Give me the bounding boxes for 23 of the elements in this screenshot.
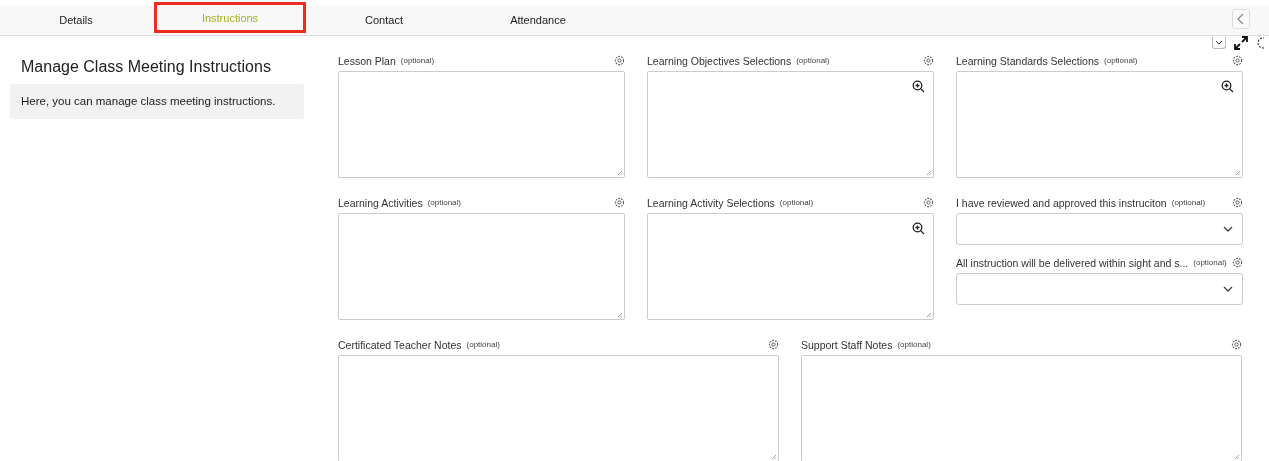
field-label: Learning Objectives Selections bbox=[647, 54, 792, 67]
optional-note: (optional) bbox=[779, 198, 814, 207]
field-label: Learning Activity Selections bbox=[647, 196, 775, 209]
field-label: Lesson Plan bbox=[338, 54, 396, 67]
optional-note: (optional) bbox=[1171, 198, 1206, 207]
tab[interactable]: Details bbox=[0, 5, 152, 35]
field-label: Support Staff Notes bbox=[801, 338, 893, 351]
panel-title: Manage Class Meeting Instructions bbox=[20, 58, 272, 76]
optional-note: (optional) bbox=[1193, 258, 1227, 267]
optional-note: (optional) bbox=[466, 340, 500, 349]
tab[interactable]: Attendance bbox=[462, 5, 614, 35]
field-label: Learning Activities bbox=[338, 196, 423, 209]
field-label: Learning Standards Selections bbox=[956, 54, 1099, 67]
tab[interactable]: Contact bbox=[308, 5, 460, 35]
panel-description: Here, you can manage class meeting instructions. bbox=[10, 84, 304, 119]
optional-note: (optional) bbox=[1104, 56, 1138, 65]
optional-note: (optional) bbox=[427, 198, 461, 207]
optional-note: (optional) bbox=[897, 340, 931, 349]
optional-note: (optional) bbox=[796, 56, 830, 65]
field-label: I have reviewed and approved this instruciton bbox=[956, 196, 1167, 209]
field-label: Certificated Teacher Notes bbox=[338, 338, 462, 351]
optional-note: (optional) bbox=[400, 56, 435, 65]
field-label: All instruction will be delivered within sight and s... bbox=[956, 256, 1189, 269]
